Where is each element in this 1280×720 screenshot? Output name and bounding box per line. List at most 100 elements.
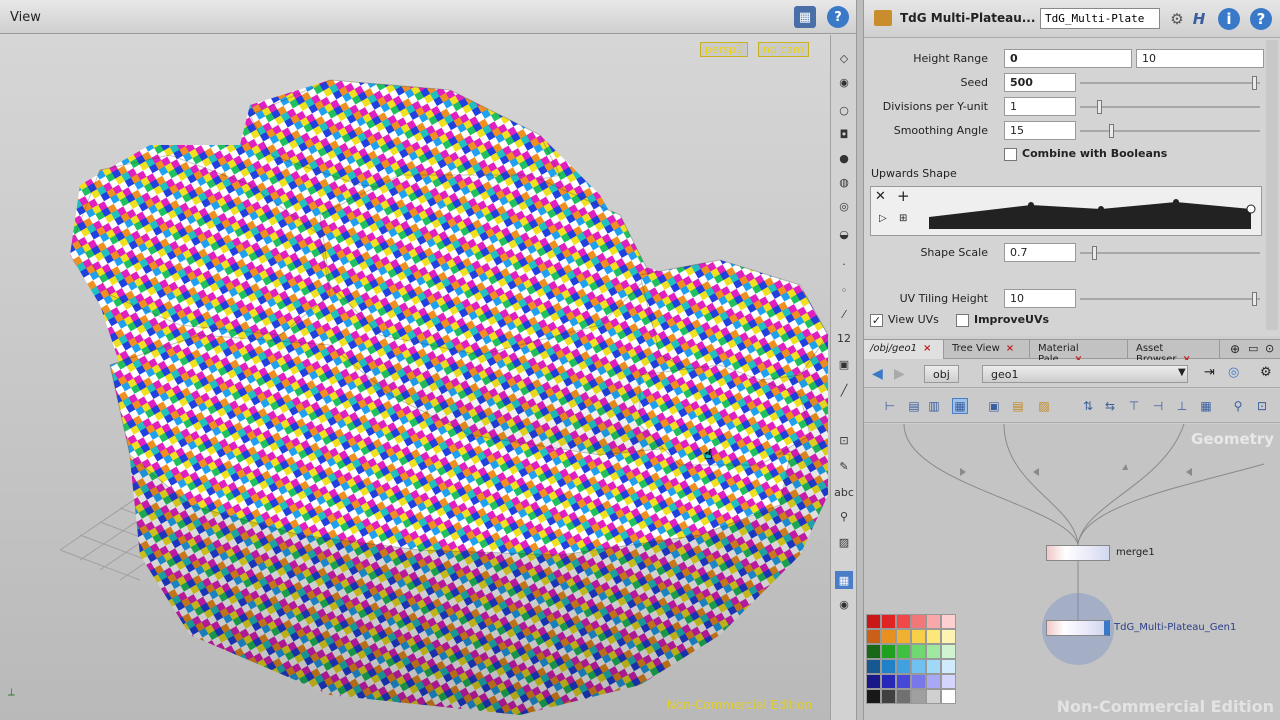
node-name-field[interactable] (1040, 8, 1160, 29)
shape-scale-slider-knob[interactable] (1092, 246, 1098, 260)
layout-icon-4[interactable]: ⊣ (1150, 398, 1166, 414)
cam-select-menu[interactable]: no cam (758, 42, 809, 57)
sphere-icon[interactable]: ○ (835, 101, 853, 119)
palette-swatch[interactable] (881, 629, 896, 644)
layout-icon-3[interactable]: ⊤ (1126, 398, 1142, 414)
ramp-play-icon[interactable]: ▷ (879, 213, 887, 224)
help-icon[interactable]: ? (1250, 8, 1272, 30)
help-icon[interactable]: ? (827, 6, 849, 28)
palette-swatch[interactable] (911, 614, 926, 629)
gear-icon[interactable]: ⚙ (1166, 8, 1188, 30)
palette-swatch[interactable] (926, 629, 941, 644)
ramp-expand-icon[interactable]: ⊞ (899, 213, 907, 224)
palette-swatch[interactable] (941, 689, 956, 704)
camera-icon[interactable]: ◉ (835, 73, 853, 91)
palette-swatch[interactable] (926, 614, 941, 629)
palette-swatch[interactable] (911, 644, 926, 659)
height-range-min[interactable]: 0 (1004, 49, 1132, 68)
brush-icon[interactable]: ⚲ (835, 507, 853, 525)
maximize-icon[interactable]: ▭ (1248, 342, 1258, 355)
palette-swatch[interactable] (881, 689, 896, 704)
palette-swatch[interactable] (926, 689, 941, 704)
display-options-icon[interactable]: ▦ (794, 6, 816, 28)
note-icon[interactable]: ▤ (1010, 398, 1026, 414)
close-icon[interactable]: × (923, 343, 931, 354)
tab-obj-geo1[interactable]: /obj/geo1 × (864, 340, 944, 359)
param-scrollbar[interactable] (1266, 40, 1278, 330)
palette-swatch[interactable] (866, 629, 881, 644)
height-range-max[interactable]: 10 (1136, 49, 1264, 68)
palette-swatch[interactable] (926, 674, 941, 689)
camera-menu[interactable]: persp1 (700, 42, 748, 57)
link-icon[interactable]: ◎ (1228, 365, 1239, 380)
palette-swatch[interactable] (881, 644, 896, 659)
palette-swatch[interactable] (911, 659, 926, 674)
layout-icon-2[interactable]: ⇆ (1102, 398, 1118, 414)
view-uvs-checkbox[interactable]: ✓ (870, 314, 883, 327)
palette-swatch[interactable] (896, 614, 911, 629)
numbers-icon[interactable]: 12 (835, 329, 853, 347)
list-icon[interactable]: ▤ (906, 398, 922, 414)
palette-swatch[interactable] (881, 674, 896, 689)
palette-swatch[interactable] (896, 644, 911, 659)
ramp-add-icon[interactable]: + (897, 187, 910, 205)
pane-splitter[interactable] (856, 0, 864, 720)
grid-icon[interactable]: ▦ (1198, 398, 1214, 414)
snap-icon[interactable]: ◦ (835, 281, 853, 299)
frame-icon[interactable]: ⊡ (1254, 398, 1270, 414)
uv-tiling-slider-knob[interactable] (1252, 292, 1257, 306)
image-icon[interactable]: ▣ (986, 398, 1002, 414)
palette-swatch[interactable] (896, 689, 911, 704)
upwards-shape-ramp[interactable]: ✕ + ▷ ⊞ (870, 186, 1262, 236)
forward-arrow-icon[interactable]: ▶ (894, 366, 905, 382)
shading-icon[interactable]: ● (835, 149, 853, 167)
shape-scale-field[interactable]: 0.7 (1004, 243, 1076, 262)
text-icon[interactable]: abc (834, 483, 854, 501)
multi-plateau-node[interactable] (1046, 620, 1110, 636)
seed-slider[interactable] (1080, 76, 1260, 90)
tree-icon[interactable]: ⊢ (882, 398, 898, 414)
hda-icon[interactable]: H (1188, 8, 1210, 30)
grid-toggle-icon[interactable]: ◇ (835, 49, 853, 67)
point-icon[interactable]: · (835, 255, 853, 273)
palette-swatch[interactable] (911, 689, 926, 704)
palette-swatch[interactable] (896, 674, 911, 689)
palette-swatch[interactable] (866, 689, 881, 704)
layout-icon[interactable]: ▦ (835, 571, 853, 589)
tab-tree-view[interactable]: Tree View × (946, 340, 1030, 359)
close-icon[interactable]: × (1006, 343, 1014, 354)
shape-scale-slider[interactable] (1080, 246, 1260, 260)
palette-swatch[interactable] (941, 659, 956, 674)
network-view-icon[interactable]: ▦ (952, 398, 968, 414)
table-icon[interactable]: ▥ (926, 398, 942, 414)
3d-viewport[interactable]: ☝ persp1 no cam ⟂ Non-Commercial Edition (0, 35, 830, 720)
add-tab-icon[interactable]: ⊕ (1230, 342, 1240, 356)
path-crumb-geo1[interactable]: geo1 (982, 365, 1188, 383)
palette-swatch[interactable] (911, 629, 926, 644)
seed-field[interactable]: 500 (1004, 73, 1076, 92)
palette-swatch[interactable] (926, 644, 941, 659)
merge-node[interactable] (1046, 545, 1110, 561)
combine-checkbox[interactable] (1004, 148, 1017, 161)
palette-swatch[interactable] (911, 674, 926, 689)
network-editor[interactable]: Geometry merge1 TdG_Multi-Plateau_Gen1 N… (864, 424, 1280, 720)
visibility-icon[interactable]: ◒ (835, 225, 853, 243)
uv-tiling-field[interactable]: 10 (1004, 289, 1076, 308)
divisions-field[interactable]: 1 (1004, 97, 1076, 116)
palette-swatch[interactable] (941, 644, 956, 659)
palette-swatch[interactable] (866, 644, 881, 659)
seed-slider-knob[interactable] (1252, 76, 1257, 90)
pin-icon[interactable]: ✎ (835, 457, 853, 475)
palette-swatch[interactable] (896, 659, 911, 674)
palette-swatch[interactable] (941, 674, 956, 689)
divisions-slider[interactable] (1080, 100, 1260, 114)
palette-swatch[interactable] (896, 629, 911, 644)
improve-uvs-checkbox[interactable] (956, 314, 969, 327)
edges-icon[interactable]: ╱ (835, 381, 853, 399)
palette-swatch[interactable] (866, 659, 881, 674)
box-icon[interactable]: ▨ (1036, 398, 1052, 414)
wireframe-icon[interactable]: ◎ (835, 197, 853, 215)
palette-swatch[interactable] (926, 659, 941, 674)
ramp-delete-icon[interactable]: ✕ (875, 189, 886, 204)
transform-icon[interactable]: ⊡ (835, 431, 853, 449)
